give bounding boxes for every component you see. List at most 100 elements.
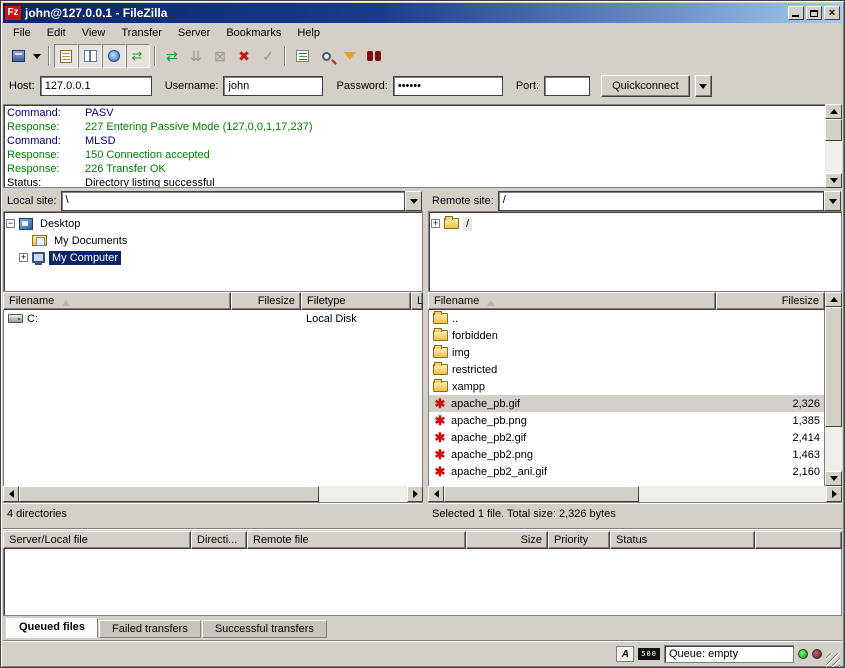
- remote-file-row[interactable]: img: [429, 344, 824, 361]
- tree-label[interactable]: Desktop: [37, 217, 83, 231]
- column-filetype[interactable]: Filetype: [301, 292, 411, 310]
- column-remote-file[interactable]: Remote file: [247, 531, 466, 549]
- remote-file-row[interactable]: forbidden: [429, 327, 824, 344]
- menu-file[interactable]: File: [5, 25, 39, 41]
- remote-file-row[interactable]: ..: [429, 310, 824, 327]
- menu-view[interactable]: View: [74, 25, 114, 41]
- menu-bookmarks[interactable]: Bookmarks: [218, 25, 289, 41]
- scroll-up-button[interactable]: [825, 292, 842, 307]
- find-files-button[interactable]: [314, 44, 338, 68]
- menu-transfer[interactable]: Transfer: [113, 25, 170, 41]
- scrollbar-thumb[interactable]: [825, 307, 842, 427]
- remote-file-row[interactable]: restricted: [429, 361, 824, 378]
- tab-successful-transfers[interactable]: Successful transfers: [202, 620, 327, 638]
- tree-item-root[interactable]: + /: [431, 215, 839, 232]
- speed-limit-badge[interactable]: 500: [638, 648, 660, 660]
- refresh-button[interactable]: ⇄: [160, 44, 184, 68]
- column-size[interactable]: Size: [466, 531, 548, 549]
- tree-item-my-computer[interactable]: + My Computer: [6, 249, 420, 266]
- scroll-left-button[interactable]: [428, 486, 444, 502]
- column-direction[interactable]: Directi...: [191, 531, 247, 549]
- remote-file-row[interactable]: ✱apache_pb2_ani.gif 2,160: [429, 463, 824, 480]
- local-site-combo[interactable]: \: [61, 191, 422, 211]
- local-site-value[interactable]: \: [61, 191, 405, 211]
- directory-listing-button[interactable]: [290, 44, 314, 68]
- scroll-right-button[interactable]: [826, 486, 842, 502]
- message-log[interactable]: Command:PASV Response:227 Entering Passi…: [3, 104, 825, 188]
- host-input[interactable]: [40, 76, 152, 96]
- username-input[interactable]: [223, 76, 323, 96]
- queue-list[interactable]: [3, 549, 842, 616]
- tree-label[interactable]: My Computer: [49, 251, 121, 265]
- scroll-down-button[interactable]: [825, 471, 842, 486]
- tree-label[interactable]: /: [463, 217, 472, 231]
- reconnect-button[interactable]: ✓: [256, 44, 280, 68]
- minimize-button[interactable]: [788, 6, 804, 20]
- remote-site-combo[interactable]: /: [498, 191, 841, 211]
- remote-site-dropdown[interactable]: [824, 191, 841, 211]
- scrollbar-thumb[interactable]: [444, 486, 639, 502]
- collapse-icon[interactable]: −: [6, 219, 15, 228]
- password-input[interactable]: [393, 76, 503, 96]
- menu-help[interactable]: Help: [289, 25, 328, 41]
- disconnect-button[interactable]: ✖: [232, 44, 256, 68]
- column-filesize[interactable]: Filesize: [716, 292, 825, 310]
- cancel-button[interactable]: ⊠: [208, 44, 232, 68]
- scroll-down-button[interactable]: [825, 173, 842, 188]
- column-status[interactable]: Status: [610, 531, 755, 549]
- tree-label[interactable]: My Documents: [51, 234, 130, 248]
- expand-icon[interactable]: +: [431, 219, 440, 228]
- quickconnect-dropdown[interactable]: [695, 75, 712, 97]
- title-bar[interactable]: Fz john@127.0.0.1 - FileZilla ×: [3, 3, 842, 23]
- remote-file-row-selected[interactable]: ✱apache_pb.gif 2,326: [429, 395, 824, 412]
- remote-site-value[interactable]: /: [498, 191, 824, 211]
- site-manager-dropdown[interactable]: [30, 44, 44, 68]
- column-server-local-file[interactable]: Server/Local file: [3, 531, 191, 549]
- filter-button[interactable]: [338, 44, 362, 68]
- remote-horizontal-scrollbar[interactable]: [428, 486, 842, 502]
- site-manager-button[interactable]: [6, 44, 30, 68]
- tree-item-desktop[interactable]: − Desktop: [6, 215, 420, 232]
- remote-vertical-scrollbar[interactable]: [825, 292, 842, 486]
- column-filename[interactable]: Filename: [3, 292, 231, 310]
- quickconnect-button[interactable]: Quickconnect: [601, 75, 690, 97]
- menu-edit[interactable]: Edit: [39, 25, 74, 41]
- resize-grip[interactable]: [826, 653, 840, 667]
- tab-queued-files[interactable]: Queued files: [6, 618, 98, 638]
- maximize-button[interactable]: [806, 6, 822, 20]
- toggle-message-log-button[interactable]: [54, 44, 78, 68]
- close-button[interactable]: ×: [824, 6, 840, 20]
- local-tree[interactable]: − Desktop My Documents + My Computer: [3, 211, 423, 292]
- tree-item-my-documents[interactable]: My Documents: [6, 232, 420, 249]
- remote-file-row[interactable]: xampp: [429, 378, 824, 395]
- remote-file-list[interactable]: .. forbidden img restricted: [428, 310, 825, 486]
- column-filesize[interactable]: Filesize: [231, 292, 301, 310]
- log-vertical-scrollbar[interactable]: [825, 104, 842, 188]
- local-file-list[interactable]: C: Local Disk: [3, 310, 423, 486]
- compare-directories-button[interactable]: [362, 44, 386, 68]
- toggle-remote-tree-button[interactable]: [102, 44, 126, 68]
- menu-server[interactable]: Server: [170, 25, 218, 41]
- toggle-queue-button[interactable]: [126, 44, 150, 68]
- scrollbar-thumb[interactable]: [19, 486, 319, 502]
- scroll-up-button[interactable]: [825, 104, 842, 119]
- tab-failed-transfers[interactable]: Failed transfers: [99, 620, 201, 638]
- scroll-left-button[interactable]: [3, 486, 19, 502]
- transfer-type-icon[interactable]: A: [616, 646, 634, 662]
- local-horizontal-scrollbar[interactable]: [3, 486, 423, 502]
- column-priority[interactable]: Priority: [548, 531, 610, 549]
- remote-file-row[interactable]: ✱apache_pb2.gif 2,414: [429, 429, 824, 446]
- scroll-right-button[interactable]: [407, 486, 423, 502]
- remote-file-row[interactable]: ✱apache_pb2.png 1,463: [429, 446, 824, 463]
- local-file-row[interactable]: C: Local Disk: [4, 310, 422, 327]
- remote-tree[interactable]: + /: [428, 211, 842, 292]
- expand-icon[interactable]: +: [19, 253, 28, 262]
- column-filename[interactable]: Filename: [428, 292, 716, 310]
- port-input[interactable]: [544, 76, 590, 96]
- remote-file-row[interactable]: ✱apache_pb.png 1,385: [429, 412, 824, 429]
- toggle-local-tree-button[interactable]: [78, 44, 102, 68]
- scrollbar-thumb[interactable]: [825, 119, 842, 141]
- process-queue-button[interactable]: ⇊: [184, 44, 208, 68]
- local-site-dropdown[interactable]: [405, 191, 422, 211]
- column-last-modified[interactable]: L: [411, 292, 423, 310]
